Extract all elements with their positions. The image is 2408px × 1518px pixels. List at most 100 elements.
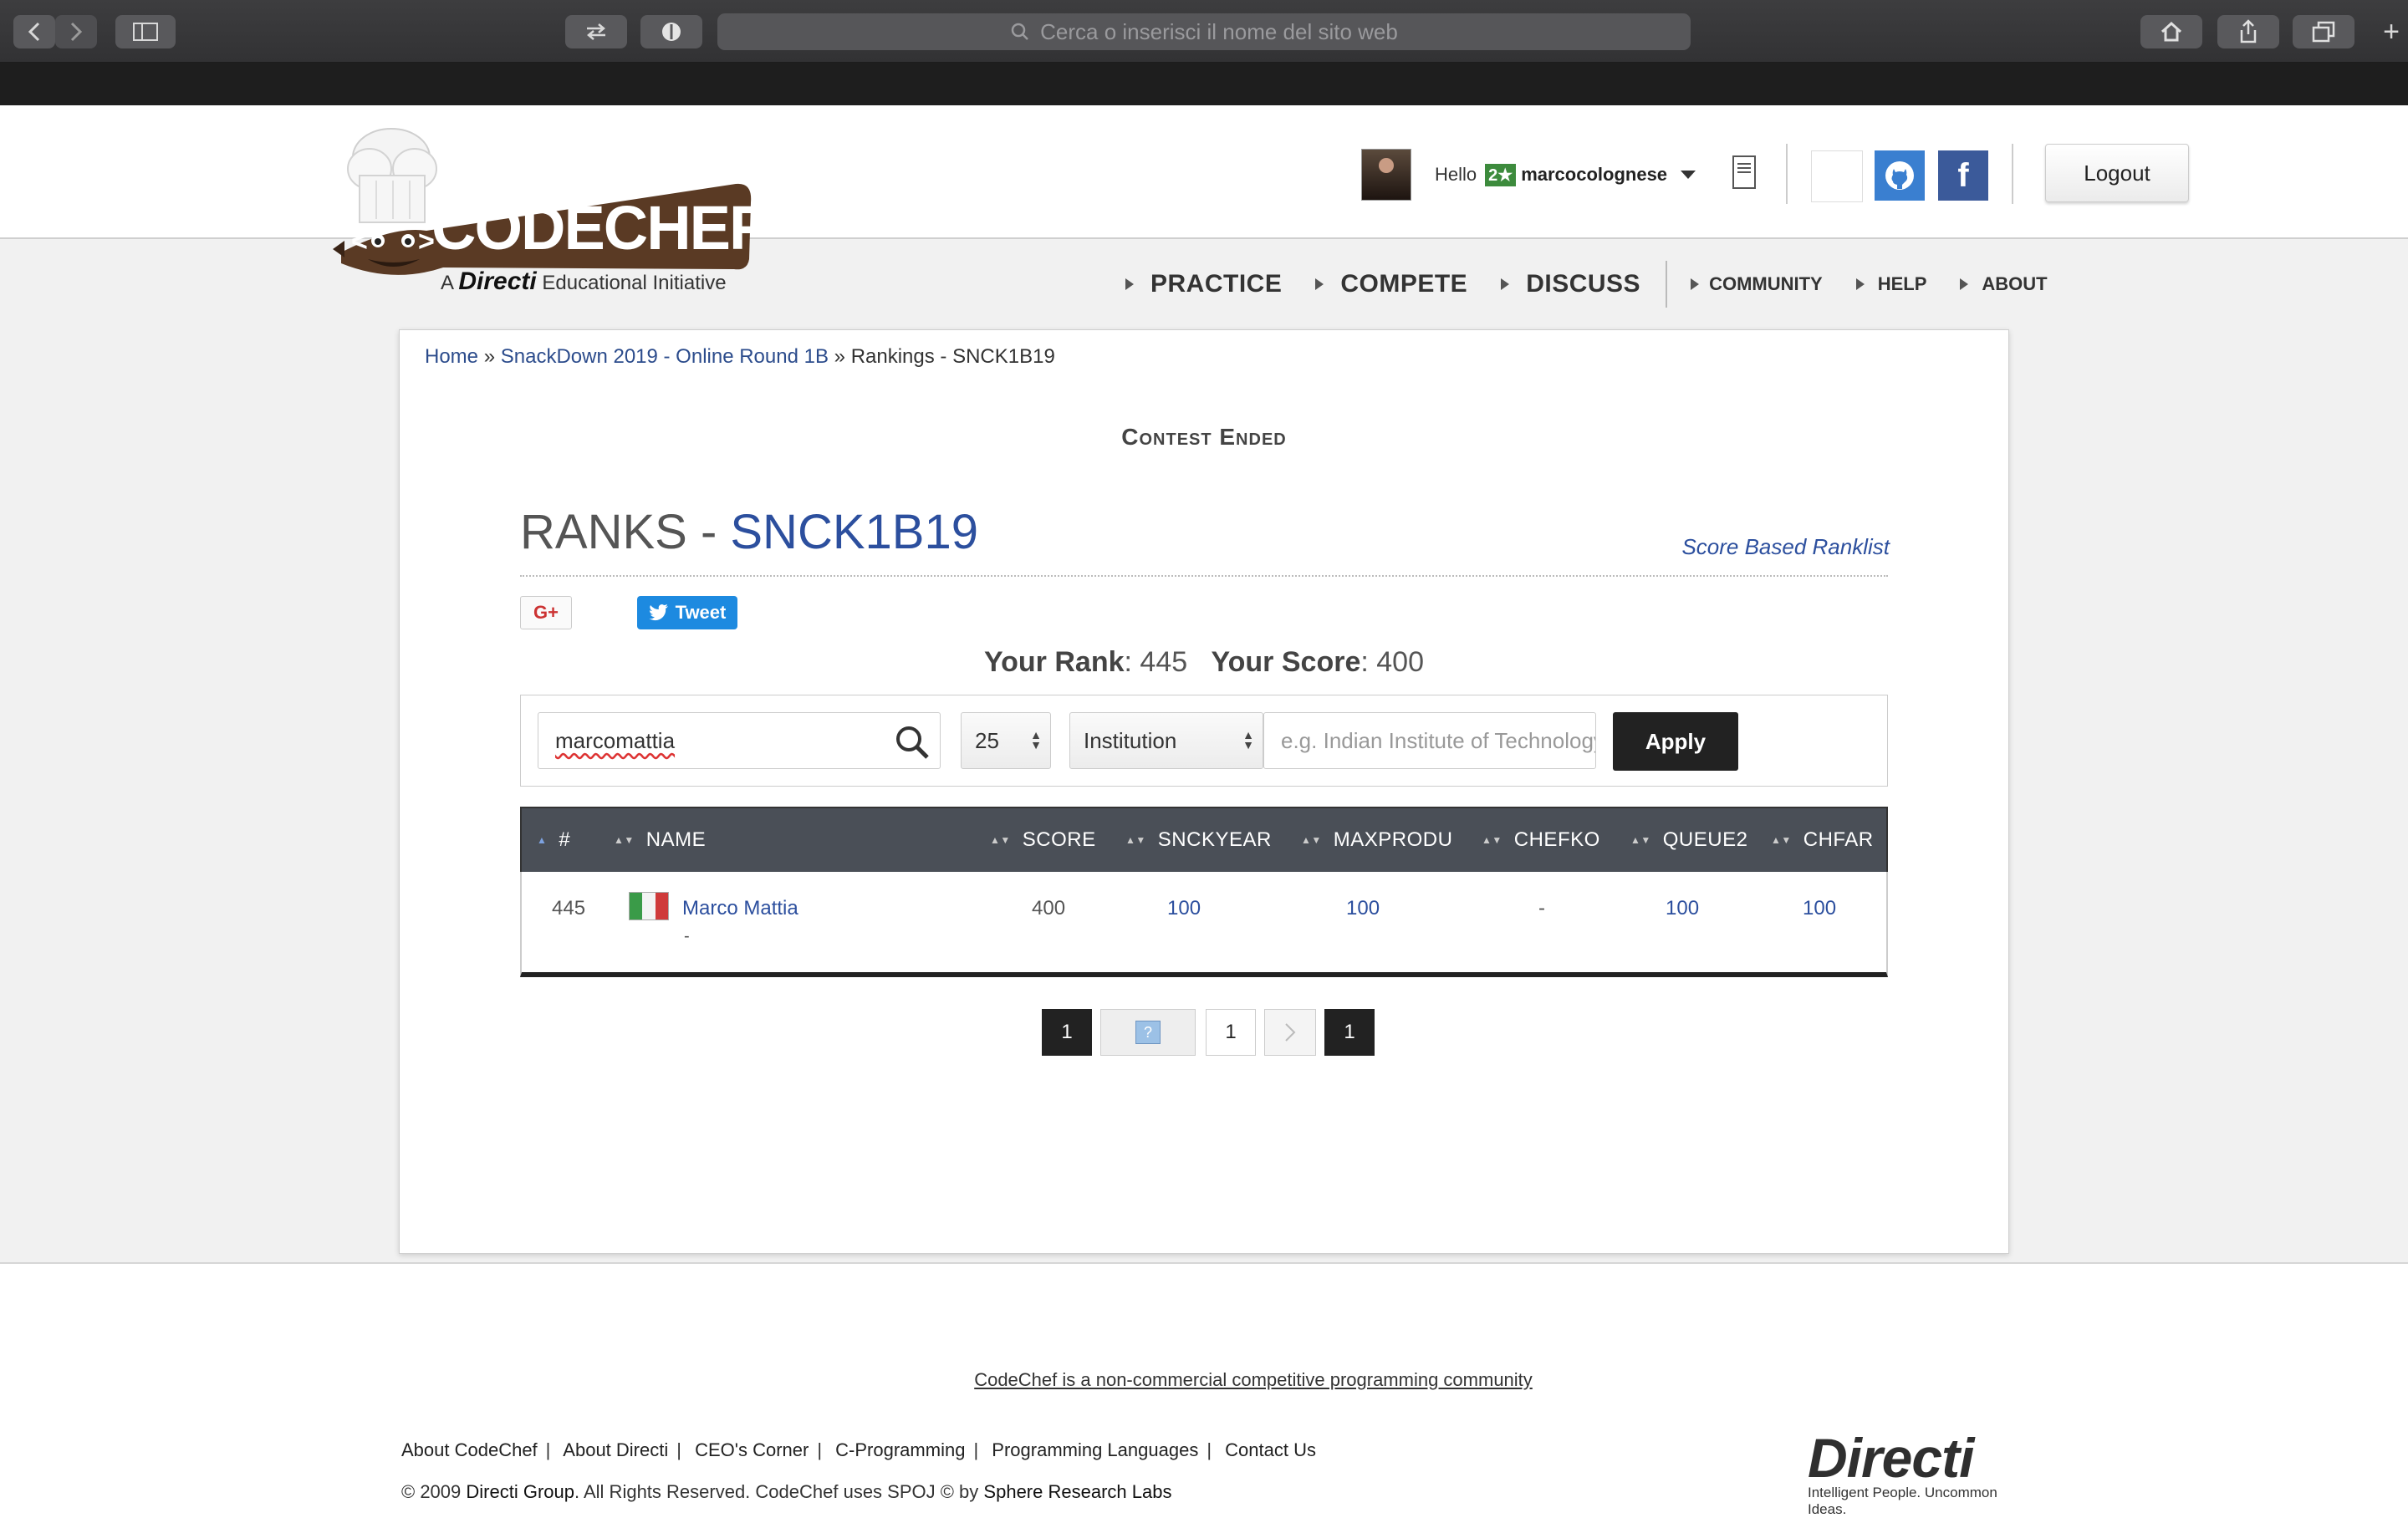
username[interactable]: marcocolognese bbox=[1521, 164, 1667, 186]
footer-link-contact[interactable]: Contact Us bbox=[1225, 1439, 1316, 1460]
user-menu[interactable]: Hello 2★ marcocolognese bbox=[1361, 149, 1696, 201]
col-rank[interactable]: ▲ # bbox=[537, 808, 570, 872]
home-button[interactable] bbox=[2140, 15, 2202, 48]
row-chfar[interactable]: 100 bbox=[1803, 897, 1836, 920]
directi-logo[interactable]: Directi Intelligent People. Uncommon Ide… bbox=[1808, 1426, 2017, 1517]
dropdown-caret-icon[interactable] bbox=[1681, 171, 1696, 179]
your-stats: Your Rank: 445 Your Score: 400 bbox=[983, 646, 1424, 678]
nav-compete-label: COMPETE bbox=[1340, 270, 1468, 298]
filter-type-select[interactable]: Institution ▲ ▼ bbox=[1069, 712, 1263, 769]
new-tab-button[interactable]: + bbox=[2375, 15, 2408, 48]
reader-swap-button[interactable] bbox=[565, 15, 627, 48]
back-button[interactable] bbox=[13, 15, 55, 48]
page-first[interactable]: 1 bbox=[1042, 1009, 1092, 1056]
nav-divider bbox=[1666, 261, 1668, 308]
swap-arrows-icon bbox=[587, 23, 605, 40]
nav-community[interactable]: COMMUNITY bbox=[1691, 273, 1823, 295]
forward-button[interactable] bbox=[55, 15, 97, 48]
footer-link-about-codechef[interactable]: About CodeChef bbox=[401, 1439, 538, 1460]
col-snckyear[interactable]: ▲▼ SNCKYEAR bbox=[1125, 808, 1272, 872]
search-input[interactable]: marcomattia bbox=[538, 712, 941, 769]
col-score-label: SCORE bbox=[1022, 828, 1096, 851]
col-maxprodu[interactable]: ▲▼ MAXPRODU bbox=[1301, 808, 1452, 872]
row-queue2[interactable]: 100 bbox=[1666, 897, 1699, 920]
logout-button[interactable]: Logout bbox=[2045, 144, 2189, 202]
footer-tagline[interactable]: CodeChef is a non-commercial competitive… bbox=[0, 1369, 2408, 1391]
sort-icon: ▲▼ bbox=[1482, 834, 1502, 846]
col-queue2-label: QUEUE2 bbox=[1662, 828, 1748, 851]
copyright-company-link[interactable]: Directi Group bbox=[466, 1481, 574, 1502]
col-score[interactable]: ▲▼ SCORE bbox=[990, 808, 1096, 872]
page-size-select[interactable]: 25 ▲ ▼ bbox=[961, 712, 1051, 769]
nav-compete[interactable]: COMPETE bbox=[1315, 270, 1467, 298]
breadcrumb-home[interactable]: Home bbox=[425, 345, 478, 368]
col-chfar[interactable]: ▲▼ CHFAR bbox=[1771, 808, 1874, 872]
logo-wordmark: CODECHEF bbox=[431, 193, 767, 262]
page-next[interactable] bbox=[1264, 1009, 1316, 1056]
sort-icon: ▲ bbox=[537, 834, 548, 846]
select-arrows-icon: ▲ ▼ bbox=[1242, 728, 1254, 751]
breadcrumb-contest[interactable]: SnackDown 2019 - Online Round 1B bbox=[501, 345, 829, 368]
col-chfar-label: CHFAR bbox=[1803, 828, 1874, 851]
your-score-value: 400 bbox=[1376, 646, 1424, 678]
row-chefko: - bbox=[1538, 897, 1545, 919]
col-name-label: NAME bbox=[645, 828, 707, 851]
title-prefix: RANKS - bbox=[520, 505, 731, 559]
facebook-button[interactable]: f bbox=[1938, 150, 1988, 201]
codechef-logo[interactable]: < > CODECHEF A Directi Educational Initi… bbox=[326, 125, 767, 301]
star-rating-badge: 2★ bbox=[1485, 163, 1517, 186]
footer-link-programming-languages[interactable]: Programming Languages bbox=[992, 1439, 1198, 1460]
col-chefko[interactable]: ▲▼ CHEFKO bbox=[1482, 808, 1600, 872]
avatar[interactable] bbox=[1361, 149, 1411, 201]
chevron-right-icon bbox=[70, 22, 83, 42]
title-divider bbox=[520, 575, 1888, 577]
filter-bar: marcomattia 25 ▲ ▼ Institution ▲ ▼ e.g. In… bbox=[520, 695, 1888, 787]
institution-input[interactable]: e.g. Indian Institute of Technology bbox=[1263, 712, 1596, 769]
header-divider-2 bbox=[2012, 144, 2013, 204]
privacy-button[interactable] bbox=[640, 15, 702, 48]
footer-link-about-directi[interactable]: About Directi bbox=[563, 1439, 668, 1460]
copyright-labs-link[interactable]: Sphere Research Labs bbox=[983, 1481, 1171, 1502]
nav-practice[interactable]: PRACTICE bbox=[1125, 270, 1282, 298]
github-button[interactable] bbox=[1875, 150, 1925, 201]
col-name[interactable]: ▲▼ NAME bbox=[614, 808, 706, 872]
tweet-button[interactable]: Tweet bbox=[637, 596, 737, 629]
url-bar[interactable]: Cerca o inserisci il nome del sito web bbox=[717, 13, 1691, 50]
nav-about[interactable]: ABOUT bbox=[1960, 273, 2048, 295]
share-button[interactable] bbox=[2217, 15, 2279, 48]
tab-strip bbox=[0, 63, 2408, 105]
page-prev[interactable]: ? bbox=[1100, 1009, 1196, 1056]
col-rank-label: # bbox=[559, 828, 571, 851]
footer-link-ceo-corner[interactable]: CEO's Corner bbox=[695, 1439, 809, 1460]
nav-help[interactable]: HELP bbox=[1855, 273, 1926, 295]
apply-button[interactable]: Apply bbox=[1613, 712, 1738, 771]
page-last[interactable]: 1 bbox=[1324, 1009, 1375, 1056]
contest-code[interactable]: SNCK1B19 bbox=[730, 505, 978, 559]
tabs-button[interactable] bbox=[2293, 15, 2354, 48]
nav-community-label: COMMUNITY bbox=[1709, 273, 1823, 294]
nav-discuss[interactable]: DISCUSS bbox=[1501, 270, 1640, 298]
google-plus-button[interactable]: G+ bbox=[520, 596, 572, 629]
page-current[interactable]: 1 bbox=[1206, 1009, 1256, 1056]
footer-sep: | bbox=[545, 1439, 551, 1460]
blank-social-button[interactable] bbox=[1811, 150, 1863, 202]
footer-sep: | bbox=[973, 1439, 979, 1460]
row-sub: - bbox=[684, 927, 690, 945]
row-name-link[interactable]: Marco Mattia bbox=[682, 897, 798, 920]
row-maxprodu[interactable]: 100 bbox=[1346, 897, 1380, 920]
notes-icon[interactable] bbox=[1732, 155, 1756, 189]
row-snckyear[interactable]: 100 bbox=[1167, 897, 1201, 920]
footer-link-c-programming[interactable]: C-Programming bbox=[835, 1439, 965, 1460]
col-queue2[interactable]: ▲▼ QUEUE2 bbox=[1630, 808, 1747, 872]
triangle-icon bbox=[1691, 278, 1700, 290]
sidebar-button[interactable] bbox=[115, 15, 176, 48]
copyright-middle: . All Rights Reserved. CodeChef uses SPO… bbox=[574, 1481, 979, 1502]
search-icon[interactable] bbox=[895, 725, 930, 760]
footer-sep: | bbox=[676, 1439, 681, 1460]
breadcrumb-separator: » bbox=[483, 345, 496, 368]
nav-practice-label: PRACTICE bbox=[1150, 270, 1283, 298]
score-based-ranklist-link[interactable]: Score Based Ranklist bbox=[1681, 534, 1890, 560]
directi-slogan: Intelligent People. Uncommon Ideas. bbox=[1808, 1485, 1997, 1517]
tabs-icon bbox=[2312, 21, 2335, 43]
breadcrumb-separator: » bbox=[834, 345, 846, 368]
